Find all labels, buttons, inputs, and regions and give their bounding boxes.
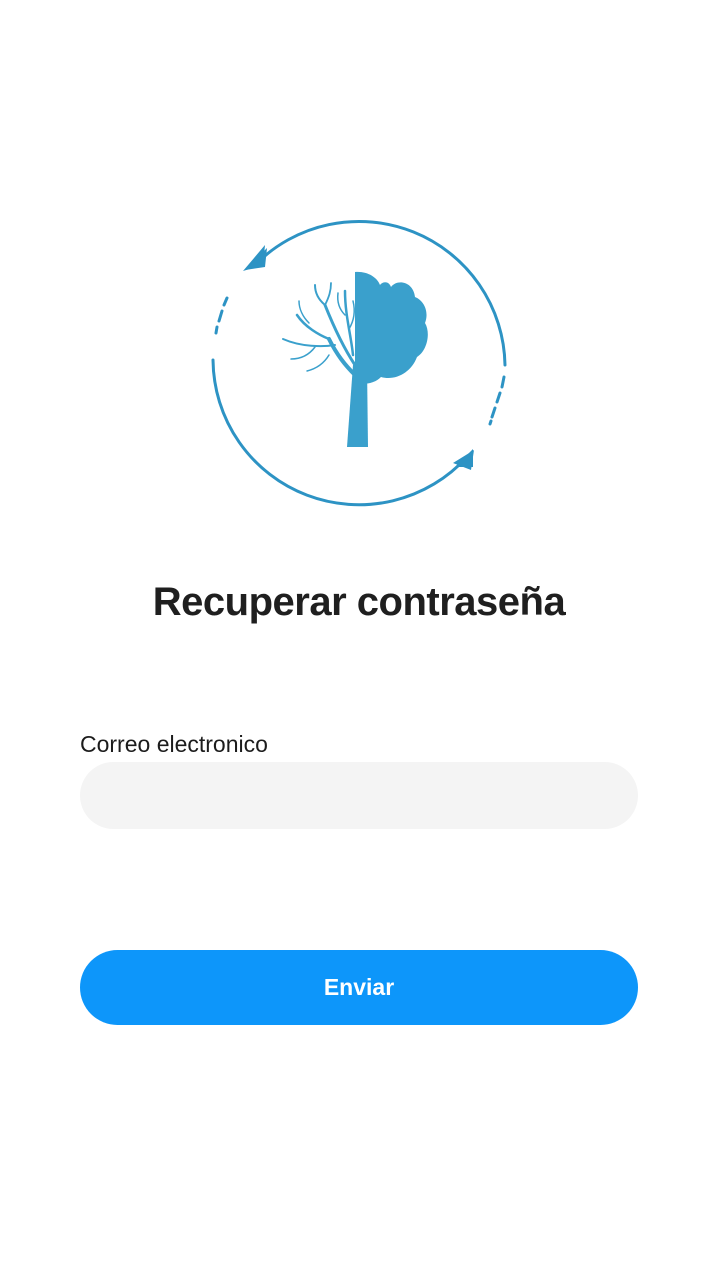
email-field[interactable] bbox=[80, 762, 638, 829]
page-title: Recuperar contraseña bbox=[152, 580, 566, 624]
submit-button[interactable]: Enviar bbox=[80, 950, 638, 1025]
email-label: Correo electronico bbox=[80, 731, 268, 757]
tree-recovery-icon bbox=[205, 205, 515, 515]
